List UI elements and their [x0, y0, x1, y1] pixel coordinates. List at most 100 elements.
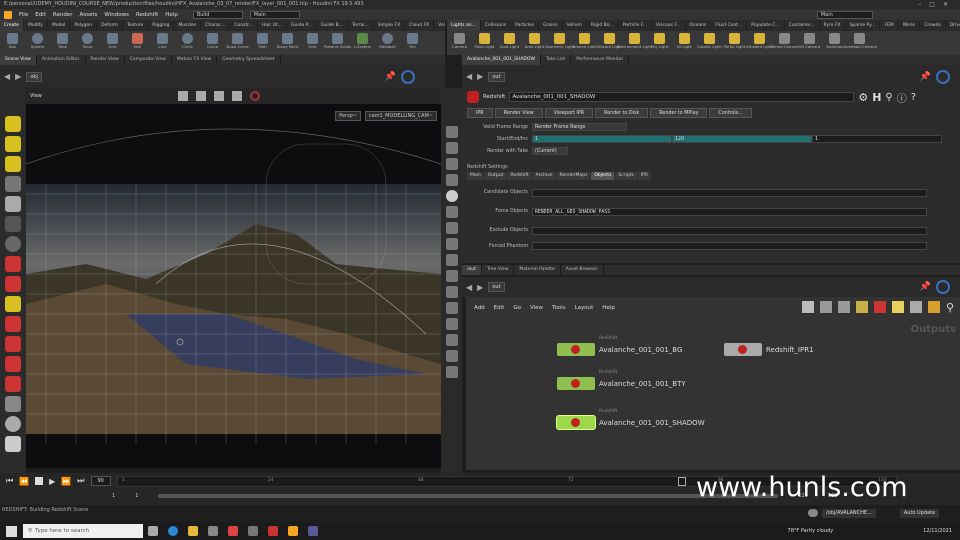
tab-objects[interactable]: Objects: [591, 172, 615, 180]
help-icon[interactable]: ?: [911, 92, 916, 103]
rotate-tool-icon[interactable]: [5, 156, 21, 172]
ghost-icon[interactable]: [445, 334, 458, 346]
valid-frame-range-dropdown[interactable]: Render Frame Range: [532, 123, 627, 131]
normals-icon[interactable]: [445, 270, 458, 282]
tab-main[interactable]: Main: [467, 172, 484, 180]
obj-path-field[interactable]: /obj/AVALANCHE...: [822, 508, 876, 518]
take-dropdown[interactable]: (Current): [532, 147, 568, 155]
tab-take-list[interactable]: Take List: [541, 55, 572, 65]
list-icon[interactable]: [819, 301, 832, 313]
tool-grid[interactable]: Grid: [100, 31, 125, 55]
template-icon[interactable]: [445, 286, 458, 298]
grid-view-icon[interactable]: [855, 301, 868, 313]
tool-circle[interactable]: Circle: [175, 31, 200, 55]
tab-scripts[interactable]: Scripts: [615, 172, 637, 180]
app-icon-2[interactable]: [228, 526, 238, 536]
tool-gi-light[interactable]: GI Light: [672, 31, 697, 55]
tool-env-light[interactable]: Environment Light: [617, 31, 652, 55]
shelf-tab[interactable]: Pyro FX: [820, 20, 846, 31]
node-name-field[interactable]: Avalanche_001_001_SHADOW: [509, 92, 855, 102]
points-icon[interactable]: [445, 254, 458, 266]
tool-switcher[interactable]: Switcher: [822, 31, 847, 55]
forward-arrow-icon[interactable]: ▶: [477, 72, 483, 81]
shelf-tab[interactable]: Constr...: [230, 20, 258, 31]
ball-tool-icon[interactable]: [5, 236, 21, 252]
tab-redshift[interactable]: Redshift: [507, 172, 532, 180]
wrench-icon[interactable]: [801, 301, 814, 313]
shelf-tab[interactable]: Viscous F...: [652, 20, 686, 31]
range-start[interactable]: 1: [135, 493, 138, 499]
folder-icon[interactable]: [927, 301, 940, 313]
magnet-icon-3[interactable]: [5, 356, 21, 372]
jump-end-button[interactable]: ⏭: [77, 476, 84, 486]
tool-metaball[interactable]: Metaball: [375, 31, 400, 55]
task-view-icon[interactable]: [148, 526, 158, 536]
shading-icon[interactable]: [445, 174, 458, 186]
menu-add[interactable]: Add: [474, 305, 485, 311]
shelf-tab[interactable]: Charac...: [201, 20, 231, 31]
pose-tool-icon[interactable]: [5, 176, 21, 192]
pin-icon[interactable]: 📌: [920, 282, 931, 292]
wire-icon[interactable]: [445, 302, 458, 314]
shelf-tab[interactable]: Fluid Cont...: [711, 20, 748, 31]
path-obj[interactable]: obj: [26, 71, 42, 82]
shelf-tab[interactable]: Populate C...: [747, 20, 785, 31]
shelf-tab[interactable]: Guide P...: [287, 20, 317, 31]
force-objects-field[interactable]: RENDER_ALL_GEO_SHADOW_PASS: [532, 207, 927, 216]
tool-path[interactable]: Path: [250, 31, 275, 55]
menu-windows[interactable]: Windows: [104, 12, 129, 18]
shelf-tab[interactable]: Collisions: [481, 20, 512, 31]
shelf-tab[interactable]: Grains: [539, 20, 563, 31]
menu-help[interactable]: Help: [602, 305, 615, 311]
tool-line[interactable]: Line: [150, 31, 175, 55]
back-arrow-icon[interactable]: ◀: [466, 283, 472, 292]
light-bulb-icon[interactable]: [445, 206, 458, 218]
tab-composite-view[interactable]: Composite View: [125, 55, 172, 65]
houdini-help-icon[interactable]: H: [872, 91, 881, 104]
candidate-objects-field[interactable]: [532, 188, 927, 197]
tab-ipr[interactable]: IPR: [637, 172, 651, 180]
tool-file[interactable]: File: [400, 31, 425, 55]
edge-icon[interactable]: [168, 526, 178, 536]
tool-draw-curve[interactable]: Draw Curve: [225, 31, 250, 55]
menu-layout[interactable]: Layout: [575, 305, 594, 311]
controls-button[interactable]: Controls...: [709, 108, 752, 118]
menu-render[interactable]: Render: [53, 12, 73, 18]
shelf-tab[interactable]: Deform: [97, 20, 123, 31]
image-icon[interactable]: [837, 301, 850, 313]
transform-tool-icon[interactable]: [5, 136, 21, 152]
tool-camera[interactable]: Camera: [447, 31, 472, 55]
drag-tool-icon[interactable]: [5, 256, 21, 272]
sphere-display-icon[interactable]: [445, 190, 458, 202]
particle-icon[interactable]: [5, 396, 21, 412]
node-box[interactable]: [557, 343, 595, 356]
tab-material-palette[interactable]: Material Palette: [514, 265, 561, 275]
camera-menu[interactable]: cam1_MODELLING_CAM~: [364, 111, 437, 121]
vector-icon[interactable]: [445, 350, 458, 362]
desktop-build-dropdown[interactable]: Build: [192, 10, 243, 19]
end-field[interactable]: 120: [672, 135, 812, 143]
auto-update-button[interactable]: Auto Update: [899, 508, 940, 518]
tab-rendermaps[interactable]: RenderMaps: [556, 172, 591, 180]
info-icon[interactable]: ⓘ: [897, 90, 907, 105]
tool-caustic-light[interactable]: Caustic Light: [697, 31, 722, 55]
render-view-button[interactable]: Render View: [494, 108, 543, 118]
tool-gamepad-camera[interactable]: Gamepad Camera: [842, 31, 877, 55]
viewport-link-icon[interactable]: [401, 69, 415, 84]
menu-file[interactable]: File: [19, 12, 28, 18]
shelf-tab[interactable]: Sparse Py...: [846, 20, 881, 31]
tool-stereo-camera[interactable]: Stereo Camera: [770, 31, 799, 55]
menu-view[interactable]: View: [530, 305, 543, 311]
taskbar-search[interactable]: ⚲ Type here to search: [23, 524, 143, 538]
light-icon-2[interactable]: [445, 222, 458, 234]
tab-geometry-spreadsheet[interactable]: Geometry Spreadsheet: [217, 55, 281, 65]
hand-icon[interactable]: [5, 436, 21, 452]
display-icon[interactable]: [873, 301, 886, 313]
stop-button[interactable]: [35, 477, 44, 485]
search-icon[interactable]: ⚲: [946, 301, 954, 314]
shelf-tab[interactable]: Cloud FX: [405, 20, 435, 31]
tool-spray-paint[interactable]: Spray Paint: [275, 31, 300, 55]
node-bty[interactable]: Redshift Avalanche_001_001_BTY: [557, 370, 686, 390]
tab-performance-monitor[interactable]: Performance Monitor: [571, 55, 630, 65]
shelf-tab[interactable]: Lights an...: [447, 20, 481, 31]
